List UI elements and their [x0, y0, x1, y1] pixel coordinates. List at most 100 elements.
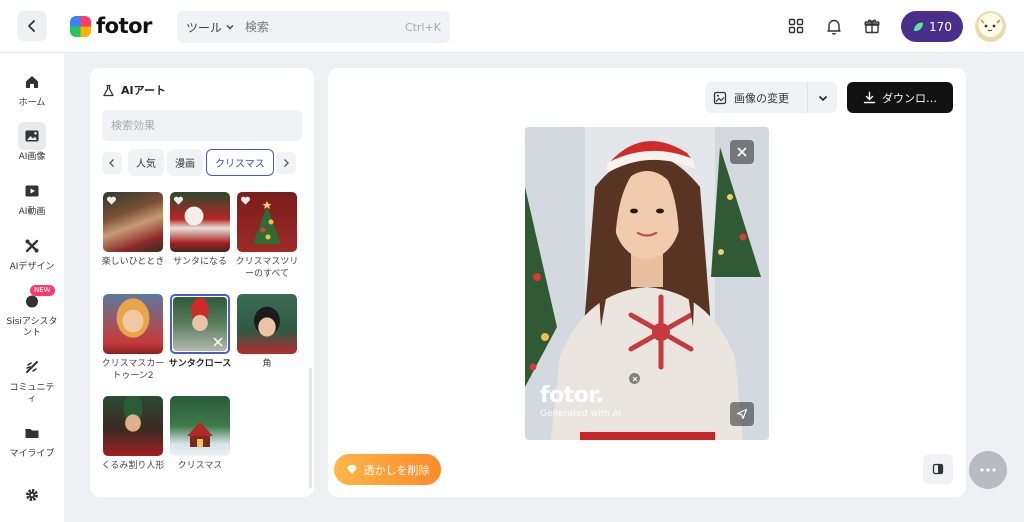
nav-item-ai-video[interactable]: AI動画 [0, 177, 64, 218]
split-view-icon [932, 463, 944, 475]
gear-icon [26, 489, 38, 501]
chevron-left-icon [109, 159, 114, 167]
edit-icon[interactable] [212, 336, 224, 348]
more-horizontal-icon [980, 468, 996, 472]
nav-icon-wrap [18, 122, 46, 150]
effect-label: 角 [262, 359, 272, 369]
change-image-dropdown[interactable] [807, 82, 837, 113]
category-tabs: 人気 漫画 クリスマス [102, 149, 302, 176]
effect-label: くるみ割り人形 [101, 461, 165, 471]
share-button[interactable] [730, 402, 754, 426]
gift-icon [864, 19, 880, 34]
effect-thumb-become-santa[interactable] [170, 192, 230, 252]
download-button[interactable]: ダウンロ… [847, 82, 953, 113]
remove-watermark-close-button[interactable] [629, 373, 640, 384]
cabin-illustration [187, 422, 213, 447]
compare-button[interactable] [923, 454, 953, 484]
fotor-logo-icon [70, 15, 91, 37]
user-avatar[interactable] [975, 11, 1006, 42]
avatar-face-icon [980, 19, 1001, 32]
nav-label: AI画像 [18, 152, 46, 162]
search-bar: ツール Ctrl+K [177, 11, 450, 43]
back-button[interactable] [17, 11, 47, 41]
nav-item-my-library[interactable]: マイライブ [0, 419, 64, 460]
effect-image [237, 294, 297, 354]
new-badge: NEW [30, 285, 55, 296]
nav-icon-wrap [18, 68, 46, 96]
nav-label: ホーム [18, 98, 46, 108]
tab-popular[interactable]: 人気 [128, 149, 164, 176]
apps-grid-button[interactable] [785, 15, 807, 37]
send-icon [736, 408, 748, 420]
change-image-label: 画像の変更 [734, 91, 789, 105]
search-shortcut: Ctrl+K [404, 20, 441, 34]
tab-christmas[interactable]: クリスマス [206, 149, 274, 176]
change-image-button[interactable]: 画像の変更 [705, 90, 807, 106]
tool-dropdown[interactable]: ツール [186, 19, 235, 36]
nav-label: AIデザイン [9, 262, 55, 272]
credits-button[interactable]: 170 [901, 11, 963, 42]
image-swap-icon [713, 91, 727, 104]
effect-label: 楽しいひととき [101, 257, 165, 267]
heart-icon[interactable] [106, 195, 117, 206]
effect-thumb-fun-time[interactable] [103, 192, 163, 252]
effect-thumb-santa-claus[interactable] [170, 294, 230, 354]
side-nav: ホーム AI画像 AI動画 AIデザイン NEW Sisiアシスタント コミュニ… [0, 53, 64, 522]
nav-icon-wrap [18, 353, 46, 381]
top-bar: fotor ツール Ctrl+K 170 [0, 0, 1024, 53]
flask-icon [103, 84, 114, 96]
effect-image [103, 294, 163, 354]
nav-item-ai-design[interactable]: AIデザイン [0, 232, 64, 273]
nav-icon-wrap [18, 419, 46, 447]
ai-design-icon [25, 239, 39, 253]
effect-thumb-antlers[interactable] [237, 294, 297, 354]
tabs-next-button[interactable] [276, 152, 296, 174]
chevron-left-icon [28, 20, 35, 32]
effect-thumb-christmas-cartoon-2[interactable] [103, 294, 163, 354]
change-image-control: 画像の変更 [705, 82, 837, 113]
effect-thumb-christmas[interactable] [170, 396, 230, 456]
effects-search-input[interactable] [102, 110, 302, 141]
folder-icon [25, 429, 39, 438]
chevron-right-icon [284, 159, 289, 167]
nav-item-sisi-assistant[interactable]: NEW Sisiアシスタント [0, 285, 64, 339]
watermark-subtitle: Generated with AI [540, 409, 622, 419]
close-icon [737, 147, 747, 157]
tabs-prev-button[interactable] [102, 152, 122, 174]
notifications-button[interactable] [823, 15, 845, 37]
effect-thumb-christmas-tree[interactable] [237, 192, 297, 252]
heart-icon[interactable] [173, 195, 184, 206]
panel-scrollbar[interactable] [309, 368, 312, 488]
effects-panel: AIアート 人気 漫画 クリスマス 楽しいひととき サンタになる クリスマスツリ… [90, 68, 314, 497]
fotor-logo[interactable]: fotor [70, 14, 152, 38]
nav-item-community[interactable]: コミュニティ [0, 353, 64, 405]
chevron-down-icon [226, 25, 234, 30]
gift-button[interactable] [861, 15, 883, 37]
nav-label: マイライブ [9, 449, 55, 459]
watermark: fotor. Generated with AI [540, 384, 621, 420]
close-image-button[interactable] [730, 140, 754, 164]
watermark-brand: fotor. [540, 383, 604, 408]
nav-item-home[interactable]: ホーム [0, 68, 64, 109]
download-icon [863, 91, 876, 104]
tab-manga[interactable]: 漫画 [167, 149, 203, 176]
nav-label: AI動画 [18, 207, 46, 217]
download-label: ダウンロ… [882, 91, 937, 105]
effect-label: クリスマスツリーのすべて [235, 257, 299, 279]
leaf-icon [914, 22, 924, 31]
nav-item-ai-image[interactable]: AI画像 [0, 122, 64, 163]
heart-icon[interactable] [240, 195, 251, 206]
nav-icon-wrap [18, 481, 46, 509]
credits-count: 170 [929, 19, 952, 34]
chevron-down-icon [818, 95, 827, 101]
effect-image [170, 396, 230, 456]
search-input[interactable] [245, 20, 396, 34]
nav-label: コミュニティ [9, 383, 55, 404]
effect-thumb-nutcracker[interactable] [103, 396, 163, 456]
nav-item-settings[interactable] [0, 481, 64, 511]
ai-image-icon [25, 130, 39, 142]
grid-icon [788, 18, 804, 34]
remove-watermark-button[interactable]: 透かしを削除 [334, 454, 441, 485]
effect-label: クリスマス [177, 461, 223, 471]
more-options-button[interactable] [969, 451, 1007, 489]
